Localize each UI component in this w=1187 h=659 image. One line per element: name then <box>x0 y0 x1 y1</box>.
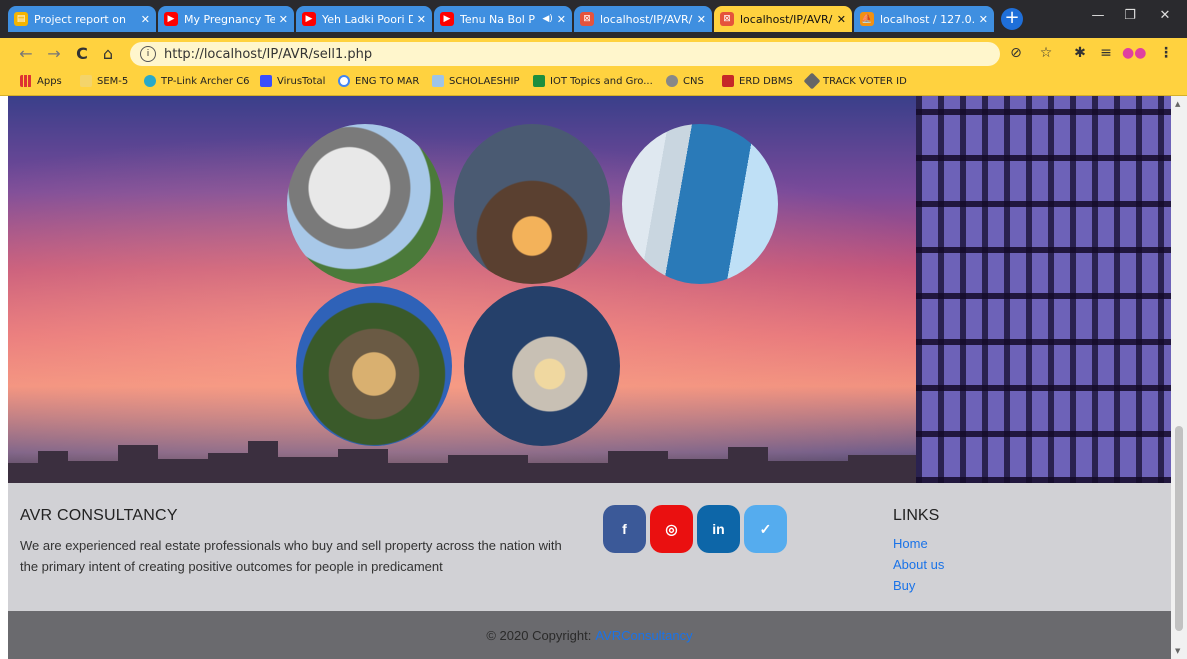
browser-tab[interactable]: ⊠ localhost/IP/AVR/✕ <box>574 6 712 32</box>
close-window-icon[interactable]: ✕ <box>1150 8 1180 23</box>
new-tab-button[interactable]: + <box>1001 8 1023 30</box>
home-icon[interactable]: ⌂ <box>98 44 118 63</box>
property-image-5[interactable] <box>464 286 620 446</box>
page-viewport: AVR CONSULTANCY We are experienced real … <box>8 96 1171 659</box>
reload-icon[interactable]: C <box>72 44 92 63</box>
copyright-text: © 2020 Copyright: <box>486 627 592 643</box>
xampp-icon: ⊠ <box>720 12 734 26</box>
twitter-button[interactable]: ✓ <box>744 505 787 553</box>
close-icon[interactable]: ✕ <box>279 13 288 26</box>
vertical-scrollbar[interactable]: ▲ ▼ <box>1171 96 1187 659</box>
property-image-1[interactable] <box>287 124 443 284</box>
close-icon[interactable]: ✕ <box>979 13 988 26</box>
instagram-icon: ◎ <box>665 520 678 537</box>
back-icon[interactable]: ← <box>16 44 36 63</box>
facebook-button[interactable]: f <box>603 505 646 553</box>
tplink-icon <box>144 75 156 87</box>
google-icon <box>338 75 350 87</box>
address-bar[interactable]: i http://localhost/IP/AVR/sell1.php <box>130 42 1000 66</box>
linkedin-button[interactable]: in <box>697 505 740 553</box>
site-footer: AVR CONSULTANCY We are experienced real … <box>8 483 1171 611</box>
footer-description: We are experienced real estate professio… <box>20 538 562 574</box>
bookmark-item[interactable]: VirusTotal <box>260 75 325 87</box>
bookmark-item[interactable]: ENG TO MAR <box>338 75 419 87</box>
bookmark-apps[interactable]: Apps <box>20 75 62 87</box>
browser-toolbar: ← → C ⌂ i http://localhost/IP/AVR/sell1.… <box>0 38 1187 70</box>
speaker-icon[interactable]: ◀) <box>542 14 552 24</box>
footer-link-buy[interactable]: Buy <box>893 578 915 593</box>
browser-tab[interactable]: ⛵ localhost / 127.0.0 ✕ <box>854 6 994 32</box>
youtube-icon: ▶ <box>302 12 316 26</box>
close-icon[interactable]: ✕ <box>697 13 706 26</box>
linkedin-icon: in <box>712 521 725 537</box>
bookmark-item[interactable]: ERD DBMS <box>722 75 793 87</box>
bookmark-item[interactable]: SEM-5 <box>80 75 128 87</box>
profile-avatar-icon[interactable]: ●● <box>1122 45 1146 61</box>
erd-icon <box>722 75 734 87</box>
forward-icon[interactable]: → <box>44 44 64 63</box>
browser-tab[interactable]: ▤ Project report on ✕ <box>8 6 156 32</box>
scroll-up-icon[interactable]: ▲ <box>1175 100 1180 108</box>
tab-favicon-icon: ▤ <box>14 12 28 26</box>
browser-tab[interactable]: ▶ Tenu Na Bol P ◀) ✕ <box>434 6 572 32</box>
footer-link-home[interactable]: Home <box>893 536 928 551</box>
extensions-icon[interactable]: ✱ <box>1070 45 1090 61</box>
close-icon[interactable]: ✕ <box>557 13 566 26</box>
browser-tab[interactable]: ▶ My Pregnancy Tes ✕ <box>158 6 294 32</box>
apps-grid-icon <box>20 75 32 87</box>
menu-icon[interactable]: ⋮ <box>1156 45 1176 61</box>
browser-tab-bar: ▤ Project report on ✕ ▶ My Pregnancy Tes ✕… <box>0 0 1187 38</box>
property-image-4[interactable] <box>296 286 452 446</box>
copyright-link[interactable]: AVRConsultancy <box>595 628 692 643</box>
property-image-2[interactable] <box>454 124 610 284</box>
facebook-icon: f <box>622 521 627 537</box>
tracking-off-icon[interactable]: ⊘ <box>1006 45 1026 61</box>
bookmark-item[interactable]: TP-Link Archer C6 <box>144 75 250 87</box>
bookmarks-bar: Apps SEM-5 TP-Link Archer C6 VirusTotal … <box>0 70 1187 96</box>
instagram-button[interactable]: ◎ <box>650 505 693 553</box>
restore-icon[interactable]: ❐ <box>1115 8 1145 23</box>
copyright-bar: © 2020 Copyright: AVRConsultancy <box>8 611 1171 659</box>
twitter-icon: ✓ <box>759 520 772 537</box>
page-icon <box>432 75 444 87</box>
footer-brand: AVR CONSULTANCY <box>20 507 178 524</box>
youtube-icon: ▶ <box>164 12 178 26</box>
links-heading: LINKS <box>893 507 940 524</box>
address-text: http://localhost/IP/AVR/sell1.php <box>164 46 373 62</box>
bookmark-star-icon[interactable]: ☆ <box>1036 45 1056 61</box>
phpmyadmin-icon: ⛵ <box>860 12 874 26</box>
cns-icon <box>666 75 678 87</box>
info-icon[interactable]: i <box>140 46 156 62</box>
xampp-icon: ⊠ <box>580 12 594 26</box>
bookmark-item[interactable]: SCHOLAESHIP <box>432 75 520 87</box>
scrollbar-thumb[interactable] <box>1175 426 1183 631</box>
property-image-3[interactable] <box>622 124 778 284</box>
virustotal-icon <box>260 75 272 87</box>
minimize-icon[interactable]: — <box>1083 8 1113 23</box>
bookmark-item[interactable]: CNS <box>666 75 704 87</box>
bookmark-item[interactable]: IOT Topics and Gro... <box>533 75 653 87</box>
sheets-icon <box>533 75 545 87</box>
reading-list-icon[interactable]: ≡ <box>1096 45 1116 61</box>
browser-tab-active[interactable]: ⊠ localhost/IP/AVR/✕ <box>714 6 852 32</box>
diamond-icon <box>803 72 821 90</box>
bookmark-item[interactable]: TRACK VOTER ID <box>803 72 907 90</box>
close-icon[interactable]: ✕ <box>837 13 846 26</box>
browser-tab[interactable]: ▶ Yeh Ladki Poori Di ✕ <box>296 6 432 32</box>
scroll-down-icon[interactable]: ▼ <box>1175 647 1180 655</box>
folder-icon <box>80 75 92 87</box>
close-icon[interactable]: ✕ <box>141 13 150 26</box>
close-icon[interactable]: ✕ <box>417 13 426 26</box>
glass-tower <box>916 96 1171 483</box>
youtube-icon: ▶ <box>440 12 454 26</box>
footer-link-about[interactable]: About us <box>893 557 944 572</box>
